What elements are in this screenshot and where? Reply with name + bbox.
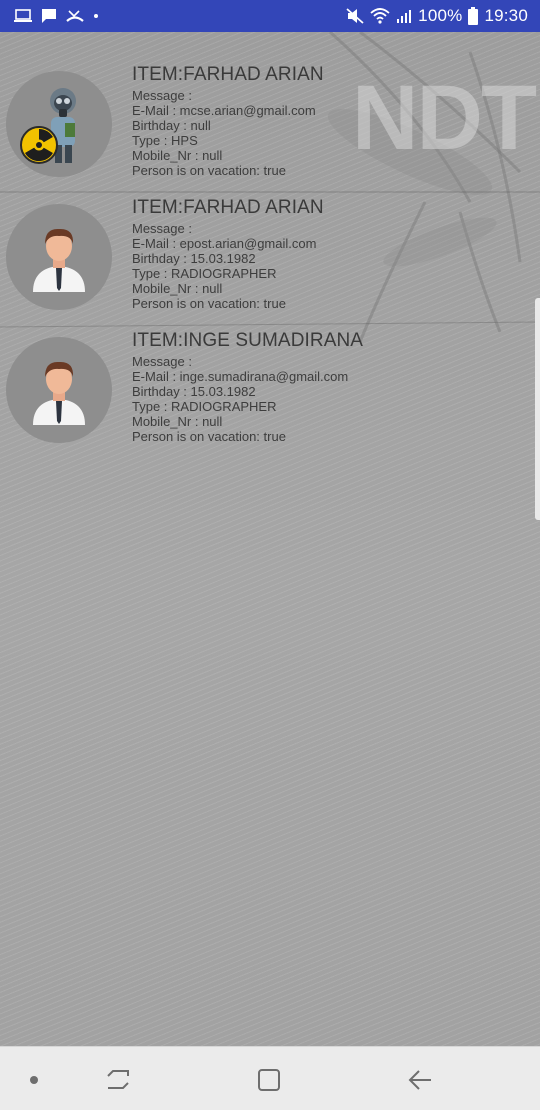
contact-birthday: Birthday : 15.03.1982 [132,251,256,266]
dot-icon[interactable] [19,1065,49,1095]
contact-message: Message : [132,88,192,103]
wifi-icon [370,8,390,24]
battery-percent: 100% [418,6,463,25]
contact-list-screen: NDT ITEM:FARHAD ARIAN Message: E-Mail:… [0,32,540,1046]
status-time: 19:30 [484,6,528,25]
person-icon [6,337,112,443]
chat-icon [41,8,57,24]
mute-vibrate-icon [346,8,364,24]
contact-type: Type : RADIOGRAPHER [132,399,277,414]
signal-icon [396,8,412,24]
list-item[interactable]: ITEM:INGE SUMADIRANA Message : E-Mail : … [0,298,540,444]
contact-email: E-Mail : epost.arian@gmail.com [132,236,317,251]
contact-birthday: Birthday : null [132,118,211,133]
person-icon [6,204,112,310]
contact-message: Message : [132,354,192,369]
list-item[interactable]: ITEM:FARHAD ARIAN Message : E-Mail : epo… [0,165,540,311]
contact-list: ITEM:FARHAD ARIAN Message : E-Mail : mcs… [0,32,540,444]
contact-email: E-Mail : mcse.arian@gmail.com [132,103,316,118]
recent-apps-icon[interactable] [103,1065,133,1095]
status-right: 100% 19:30 [346,6,528,26]
battery-icon [468,7,479,25]
contact-email: E-Mail : inge.sumadirana@gmail.com [132,369,349,384]
missed-call-icon [66,9,84,23]
dot-icon [93,13,99,19]
contact-mobile: Mobile_Nr : null [132,148,223,163]
laptop-icon [14,9,32,23]
contact-details: ITEM:FARHAD ARIAN Message : E-Mail : epo… [132,197,532,311]
contact-details: ITEM:INGE SUMADIRANA Message : E-Mail : … [132,330,532,444]
navigation-bar [0,1046,540,1110]
contact-title: ITEM:FARHAD ARIAN [132,197,324,218]
contact-mobile: Mobile_Nr : null [132,281,223,296]
contact-type: Type : RADIOGRAPHER [132,266,277,281]
back-icon[interactable] [405,1065,435,1095]
contact-message: Message : [132,221,192,236]
list-item[interactable]: ITEM:FARHAD ARIAN Message : E-Mail : mcs… [0,32,540,178]
status-bar: 100% 19:30 [0,0,540,32]
contact-vacation: Person is on vacation: true [132,429,286,444]
contact-birthday: Birthday : 15.03.1982 [132,384,256,399]
contact-type: Type : HPS [132,133,198,148]
contact-title: ITEM:INGE SUMADIRANA [132,330,364,351]
status-left [14,8,99,24]
home-icon[interactable] [254,1065,284,1095]
contact-mobile: Mobile_Nr : null [132,414,223,429]
contact-title: ITEM:FARHAD ARIAN [132,64,324,85]
contact-details: ITEM:FARHAD ARIAN Message : E-Mail : mcs… [132,64,532,178]
gas-mask-radiation-icon [6,71,112,177]
